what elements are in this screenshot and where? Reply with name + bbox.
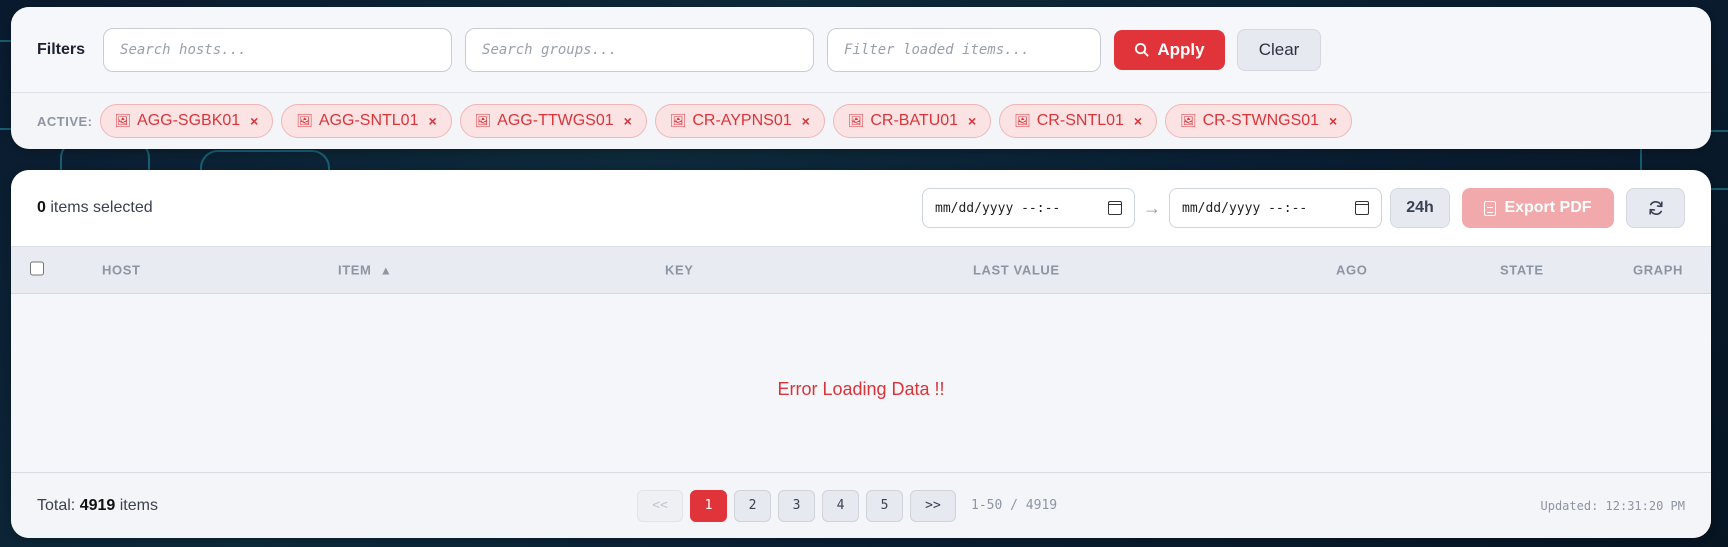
- active-filters-row: ACTIVE: 🖼 AGG-SGBK01 × 🖼 AGG-SNTL01 × 🖼 AGG-TTW…: [11, 93, 1711, 149]
- active-filter-chip[interactable]: 🖼 CR-STWNGS01 ×: [1165, 104, 1353, 138]
- image-icon: 🖼: [1180, 113, 1197, 128]
- close-icon[interactable]: ×: [250, 113, 258, 129]
- image-icon: 🖼: [1014, 113, 1031, 128]
- selected-count-value: 0: [37, 199, 46, 216]
- items-panel: 0 items selected mm/dd/yyyy --:-- → mm/d…: [11, 170, 1711, 538]
- column-graph: GRAPH: [1633, 262, 1683, 278]
- toolbar: 0 items selected mm/dd/yyyy --:-- → mm/d…: [11, 170, 1711, 246]
- selection-count: 0 items selected: [37, 199, 153, 217]
- date-from-value: mm/dd/yyyy --:--: [935, 200, 1061, 216]
- page-button-1[interactable]: 1: [690, 489, 727, 522]
- active-filter-chip[interactable]: 🖼 CR-AYPNS01 ×: [654, 104, 825, 138]
- active-filter-chip[interactable]: 🖼 CR-BATU01 ×: [832, 104, 992, 138]
- document-icon: [1484, 200, 1497, 216]
- close-icon[interactable]: ×: [624, 113, 632, 129]
- page-button-3[interactable]: 3: [778, 489, 815, 522]
- calendar-icon[interactable]: [1355, 201, 1369, 215]
- table-footer: Total: 4919 items << 12345 >> 1-50 / 491…: [11, 472, 1711, 538]
- sort-ascending-icon: ▲: [379, 263, 393, 278]
- filters-row: Filters Apply Clear: [11, 7, 1711, 93]
- close-icon[interactable]: ×: [802, 113, 810, 129]
- page-list: 12345: [690, 489, 903, 522]
- active-chip-list: 🖼 AGG-SGBK01 × 🖼 AGG-SNTL01 × 🖼 AGG-TTWGS01 × 🖼 CR…: [99, 104, 1361, 138]
- chip-label: AGG-SNTL01: [318, 112, 419, 129]
- column-state[interactable]: STATE: [1500, 263, 1544, 278]
- chip-label: CR-STWNGS01: [1202, 112, 1320, 129]
- active-filter-chip[interactable]: 🖼 AGG-SGBK01 ×: [99, 104, 274, 138]
- filters-title: Filters: [37, 40, 86, 58]
- total-suffix: items: [115, 496, 158, 514]
- filters-panel: Filters Apply Clear ACTIVE: 🖼 AGG-SGBK01 ×…: [11, 7, 1711, 149]
- clear-button[interactable]: Clear: [1237, 28, 1322, 71]
- filter-items-input[interactable]: [827, 27, 1102, 72]
- active-filter-chip[interactable]: 🖼 AGG-TTWGS01 ×: [459, 104, 647, 138]
- date-to-input[interactable]: mm/dd/yyyy --:--: [1169, 188, 1382, 228]
- page-button-5[interactable]: 5: [866, 489, 903, 522]
- table-header: HOST ITEM ▲ KEY LAST VALUE AGO STATE GRA…: [11, 246, 1711, 294]
- updated-timestamp: Updated: 12:31:20 PM: [1540, 498, 1686, 513]
- export-label: Export PDF: [1504, 199, 1592, 216]
- close-icon[interactable]: ×: [1329, 113, 1337, 129]
- pagination: << 12345 >> 1-50 / 4919: [637, 489, 1058, 522]
- chip-label: AGG-TTWGS01: [497, 112, 614, 129]
- date-to-value: mm/dd/yyyy --:--: [1182, 200, 1308, 216]
- close-icon[interactable]: ×: [428, 113, 436, 129]
- search-groups-input[interactable]: [465, 27, 815, 72]
- arrow-right-icon: →: [1143, 197, 1161, 218]
- column-item[interactable]: ITEM ▲: [338, 263, 392, 278]
- search-icon: [1135, 42, 1149, 57]
- apply-button[interactable]: Apply: [1114, 29, 1226, 70]
- image-icon: 🖼: [114, 113, 132, 128]
- selected-suffix: items selected: [45, 199, 153, 216]
- select-all-cell: [30, 261, 44, 279]
- close-icon[interactable]: ×: [968, 113, 976, 129]
- page-button-4[interactable]: 4: [822, 489, 859, 522]
- apply-label: Apply: [1157, 39, 1205, 59]
- calendar-icon[interactable]: [1108, 201, 1122, 215]
- search-hosts-input[interactable]: [103, 27, 453, 72]
- column-ago[interactable]: AGO: [1336, 263, 1367, 278]
- refresh-button[interactable]: [1626, 188, 1685, 228]
- column-host[interactable]: HOST: [102, 263, 141, 278]
- column-last-value[interactable]: LAST VALUE: [973, 263, 1060, 278]
- chip-label: AGG-SGBK01: [137, 112, 241, 129]
- chip-label: CR-AYPNS01: [692, 112, 792, 129]
- range-24h-button[interactable]: 24h: [1390, 188, 1450, 228]
- date-from-input[interactable]: mm/dd/yyyy --:--: [922, 188, 1135, 228]
- column-item-label: ITEM: [338, 262, 372, 278]
- first-page-button[interactable]: <<: [637, 489, 683, 522]
- page-button-2[interactable]: 2: [734, 489, 771, 522]
- image-icon: 🖼: [847, 113, 865, 128]
- range-text: 1-50 / 4919: [971, 498, 1058, 513]
- active-filter-chip[interactable]: 🖼 CR-SNTL01 ×: [999, 104, 1158, 138]
- export-pdf-button[interactable]: Export PDF: [1462, 188, 1614, 228]
- column-key[interactable]: KEY: [665, 263, 694, 278]
- close-icon[interactable]: ×: [1134, 113, 1142, 129]
- active-label: ACTIVE:: [37, 113, 93, 129]
- next-page-button[interactable]: >>: [910, 489, 956, 522]
- error-message: Error Loading Data !!: [777, 378, 945, 399]
- total-count: Total: 4919 items: [37, 497, 158, 515]
- select-all-checkbox[interactable]: [30, 261, 44, 276]
- refresh-icon: [1648, 201, 1663, 215]
- image-icon: 🖼: [296, 113, 313, 128]
- image-icon: 🖼: [669, 113, 687, 128]
- image-icon: 🖼: [474, 113, 492, 128]
- chip-label: CR-SNTL01: [1036, 112, 1124, 129]
- active-filter-chip[interactable]: 🖼 AGG-SNTL01 ×: [281, 104, 452, 138]
- total-count-value: 4919: [79, 496, 116, 514]
- table-body: Error Loading Data !!: [11, 294, 1711, 472]
- total-prefix: Total:: [37, 496, 80, 514]
- chip-label: CR-BATU01: [870, 112, 959, 129]
